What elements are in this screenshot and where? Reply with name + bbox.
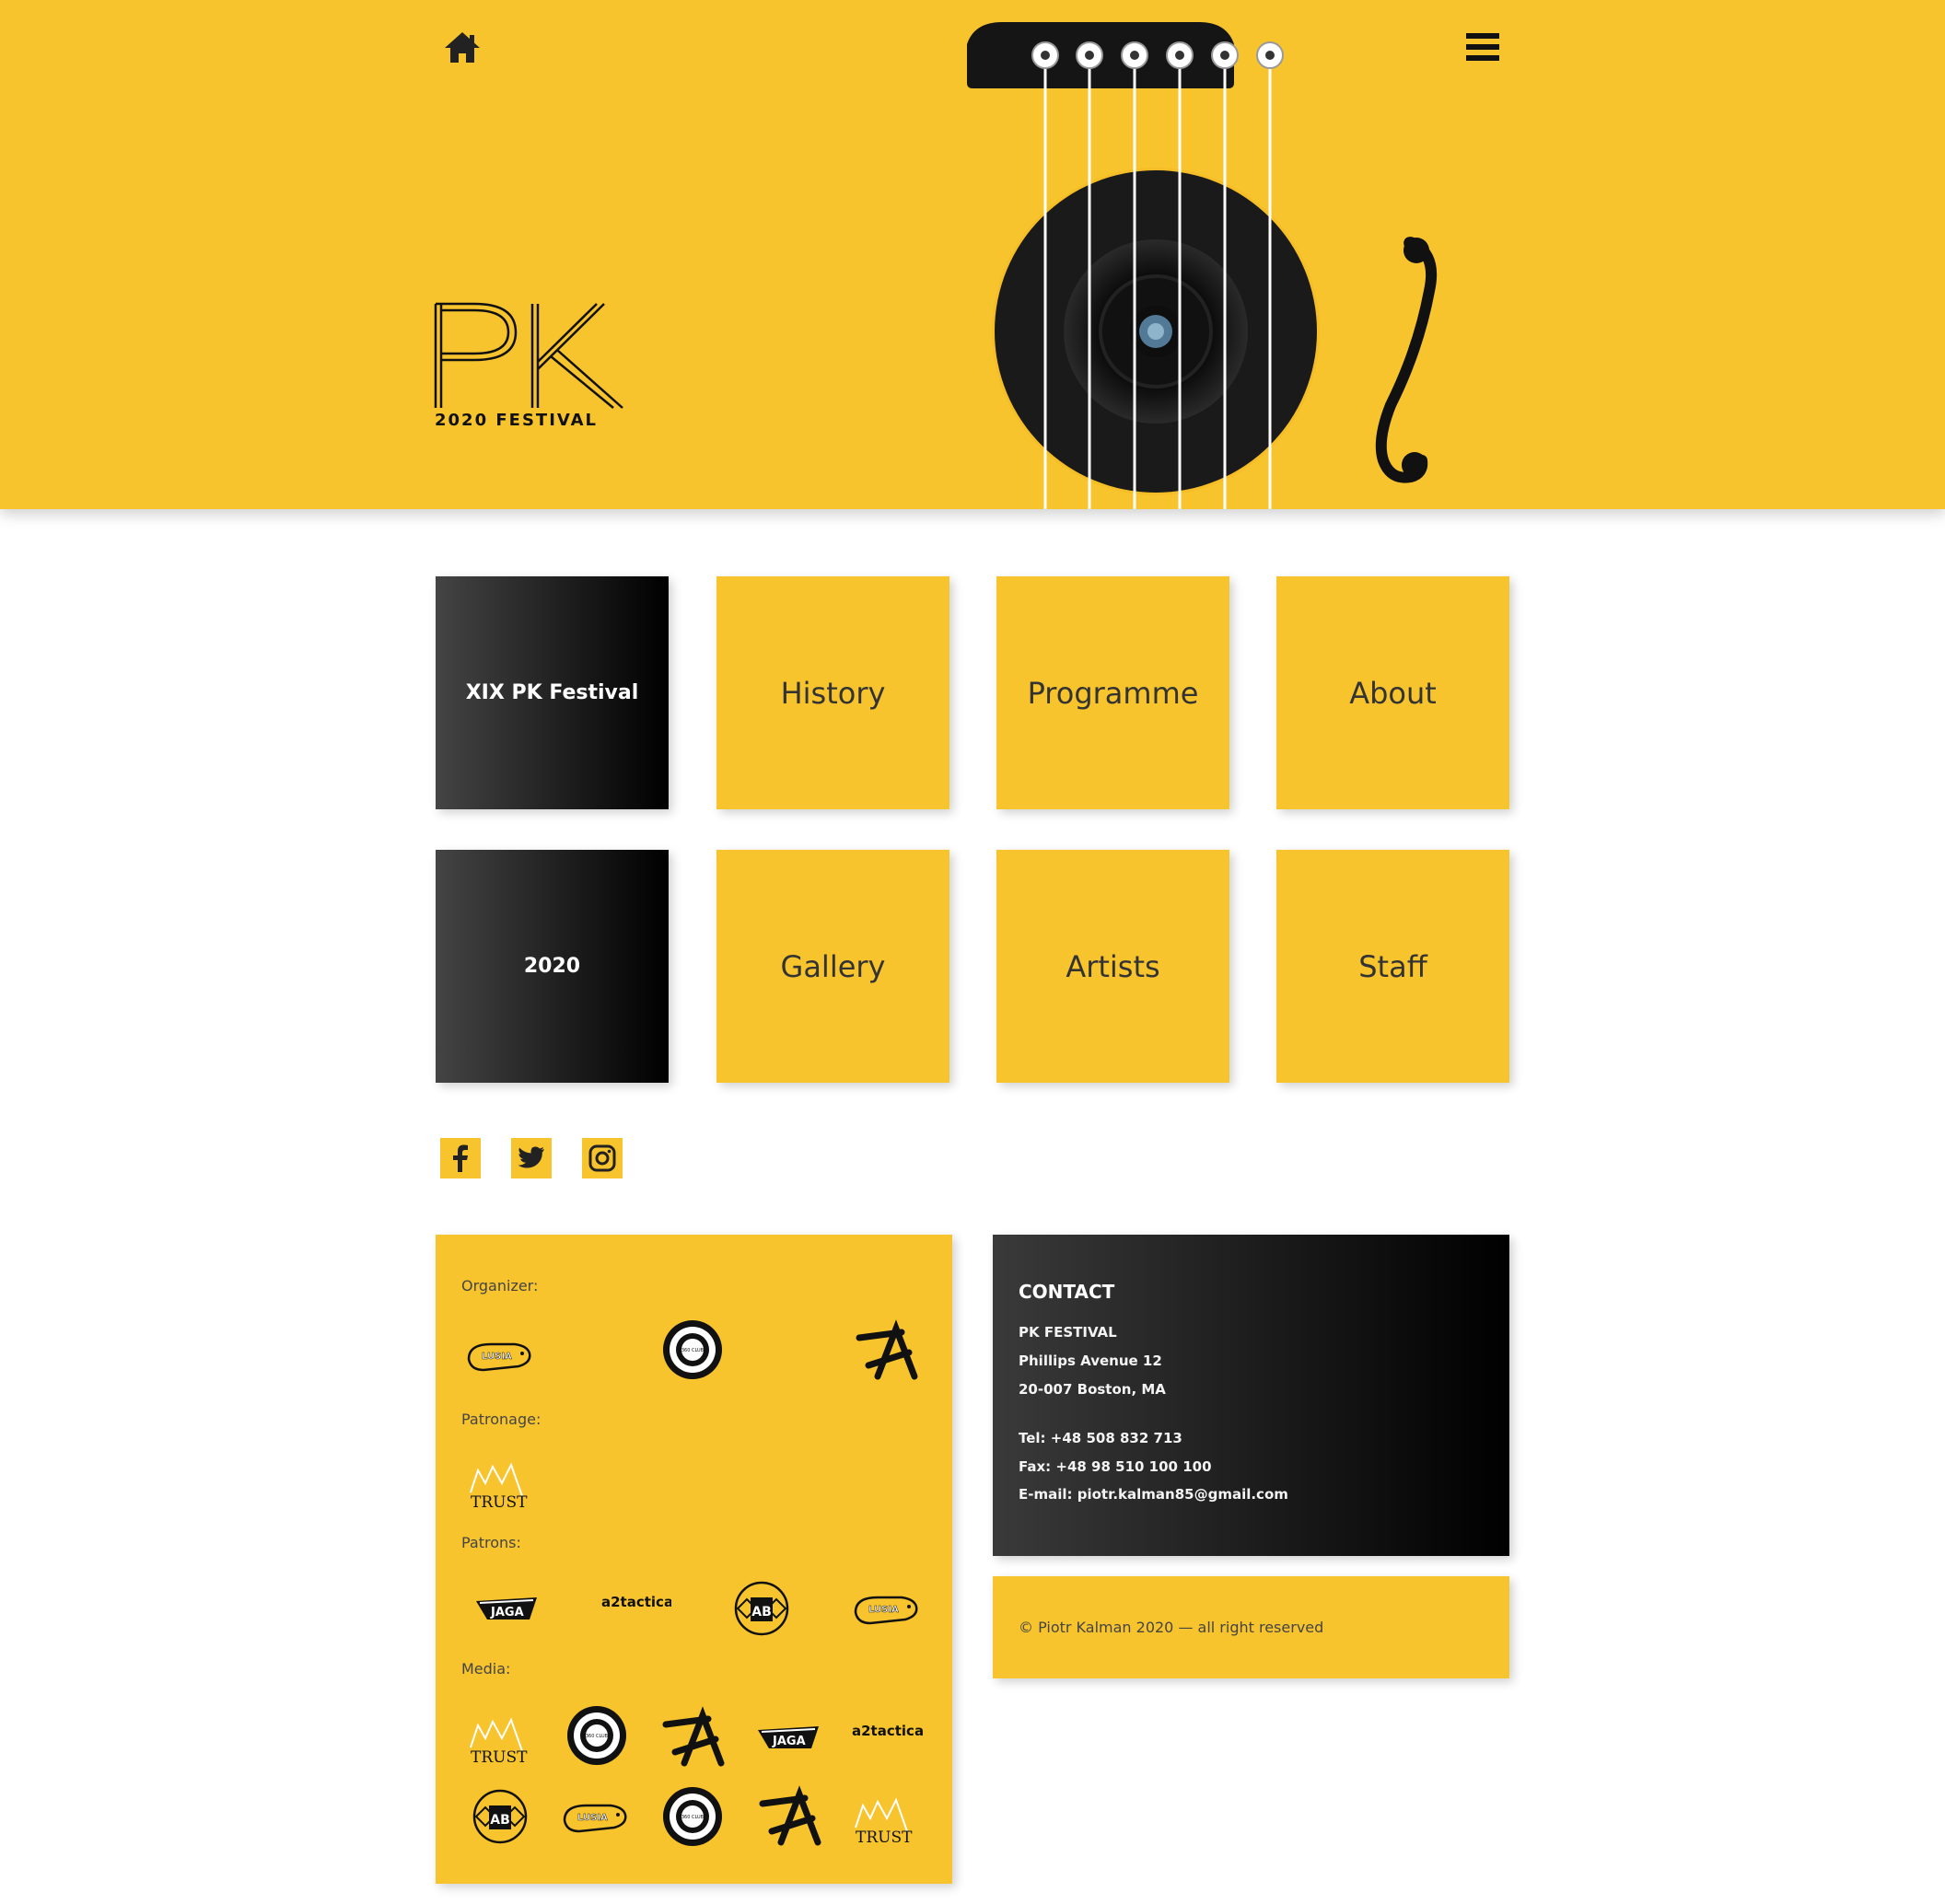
svg-text:AB: AB xyxy=(751,1605,772,1620)
a-letter-logo[interactable] xyxy=(850,1319,924,1386)
tile-programme[interactable]: Programme xyxy=(996,576,1229,809)
twitter-icon[interactable] xyxy=(511,1138,552,1178)
svg-text:360 CLUB: 360 CLUB xyxy=(586,1734,609,1739)
svg-text:TRUST: TRUST xyxy=(471,1748,528,1767)
logo-subtitle: 2020 FESTIVAL xyxy=(435,411,598,428)
tile-label: Staff xyxy=(1358,948,1427,984)
tile-xix-pk-festival[interactable]: XIX PK Festival xyxy=(436,576,669,809)
contact-name: PK FESTIVAL xyxy=(1019,1324,1117,1341)
tile-label: Artists xyxy=(1066,948,1160,984)
tile-label: 2020 xyxy=(523,955,581,978)
hero-banner: 2020 FESTIVAL xyxy=(0,0,1945,509)
tile-staff[interactable]: Staff xyxy=(1276,850,1509,1083)
copyright-text: © Piotr Kalman 2020 — all right reserved xyxy=(1019,1619,1324,1636)
home-icon[interactable] xyxy=(442,28,483,68)
jaga-logo[interactable]: JAGA xyxy=(752,1704,826,1770)
media-label: Media: xyxy=(461,1660,511,1678)
patrons-label: Patrons: xyxy=(461,1534,521,1551)
trust-logo[interactable]: TRUST xyxy=(465,1452,539,1518)
tile-2020[interactable]: 2020 xyxy=(436,850,669,1083)
contact-title: CONTACT xyxy=(1019,1281,1115,1303)
tile-label: Programme xyxy=(1027,675,1199,711)
tile-artists[interactable]: Artists xyxy=(996,850,1229,1083)
svg-text:LUSIA: LUSIA xyxy=(868,1605,899,1615)
a-letter-logo[interactable] xyxy=(657,1706,730,1772)
svg-text:AB: AB xyxy=(490,1813,510,1828)
tile-label: About xyxy=(1349,675,1437,711)
a2tactica-logo[interactable]: a2tactica xyxy=(598,1575,671,1642)
tile-label: History xyxy=(780,675,886,711)
contact-email[interactable]: E-mail: piotr.kalman85@gmail.com xyxy=(1019,1486,1288,1503)
contact-fax: Fax: +48 98 510 100 100 xyxy=(1019,1458,1212,1475)
a2tactica-logo[interactable]: a2tactica xyxy=(850,1704,924,1770)
360-club-logo[interactable]: 360 CLUB xyxy=(656,1783,729,1850)
360-club-logo[interactable]: 360 CLUB xyxy=(560,1702,634,1769)
contact-tel[interactable]: Tel: +48 508 832 713 xyxy=(1019,1430,1182,1446)
ab-logo[interactable]: AB xyxy=(463,1783,537,1850)
svg-text:a2tactica: a2tactica xyxy=(852,1723,924,1739)
trust-logo[interactable]: TRUST xyxy=(850,1787,924,1853)
instagram-icon[interactable] xyxy=(582,1138,623,1178)
sponsors-panel: Organizer: Patronage: Patrons: Media: LU… xyxy=(436,1235,952,1884)
organizer-label: Organizer: xyxy=(461,1277,539,1294)
contact-city: 20-007 Boston, MA xyxy=(1019,1381,1166,1398)
svg-text:LUSIA: LUSIA xyxy=(577,1813,608,1823)
ab-logo[interactable]: AB xyxy=(725,1575,798,1642)
footer: © Piotr Kalman 2020 — all right reserved xyxy=(993,1576,1509,1678)
svg-text:JAGA: JAGA xyxy=(772,1735,806,1748)
jaga-logo[interactable]: JAGA xyxy=(471,1575,544,1642)
pk-festival-logo: 2020 FESTIVAL xyxy=(433,299,681,430)
contact-street: Phillips Avenue 12 xyxy=(1019,1353,1162,1369)
a-letter-logo[interactable] xyxy=(753,1785,827,1852)
tile-label: Gallery xyxy=(780,948,886,984)
tile-about[interactable]: About xyxy=(1276,576,1509,809)
lusia-logo[interactable]: LUSIA xyxy=(463,1322,537,1388)
guitar-illustration xyxy=(958,0,1473,509)
trust-logo[interactable]: TRUST xyxy=(465,1707,539,1773)
patronage-label: Patronage: xyxy=(461,1411,542,1428)
tile-gallery[interactable]: Gallery xyxy=(716,850,949,1083)
facebook-icon[interactable] xyxy=(440,1138,481,1178)
svg-text:TRUST: TRUST xyxy=(856,1829,913,1847)
svg-text:TRUST: TRUST xyxy=(471,1493,528,1512)
tile-history[interactable]: History xyxy=(716,576,949,809)
svg-text:a2tactica: a2tactica xyxy=(601,1594,671,1610)
tile-label: XIX PK Festival xyxy=(465,681,639,704)
svg-text:LUSIA: LUSIA xyxy=(482,1352,512,1362)
360-club-logo[interactable]: 360 CLUB xyxy=(656,1317,729,1383)
svg-text:360 CLUB: 360 CLUB xyxy=(681,1348,705,1353)
lusia-logo[interactable]: LUSIA xyxy=(559,1783,633,1850)
svg-text:360 CLUB: 360 CLUB xyxy=(681,1815,705,1820)
svg-text:JAGA: JAGA xyxy=(490,1606,524,1620)
contact-panel: CONTACT PK FESTIVAL Phillips Avenue 12 2… xyxy=(993,1235,1509,1556)
lusia-logo[interactable]: LUSIA xyxy=(850,1575,924,1642)
